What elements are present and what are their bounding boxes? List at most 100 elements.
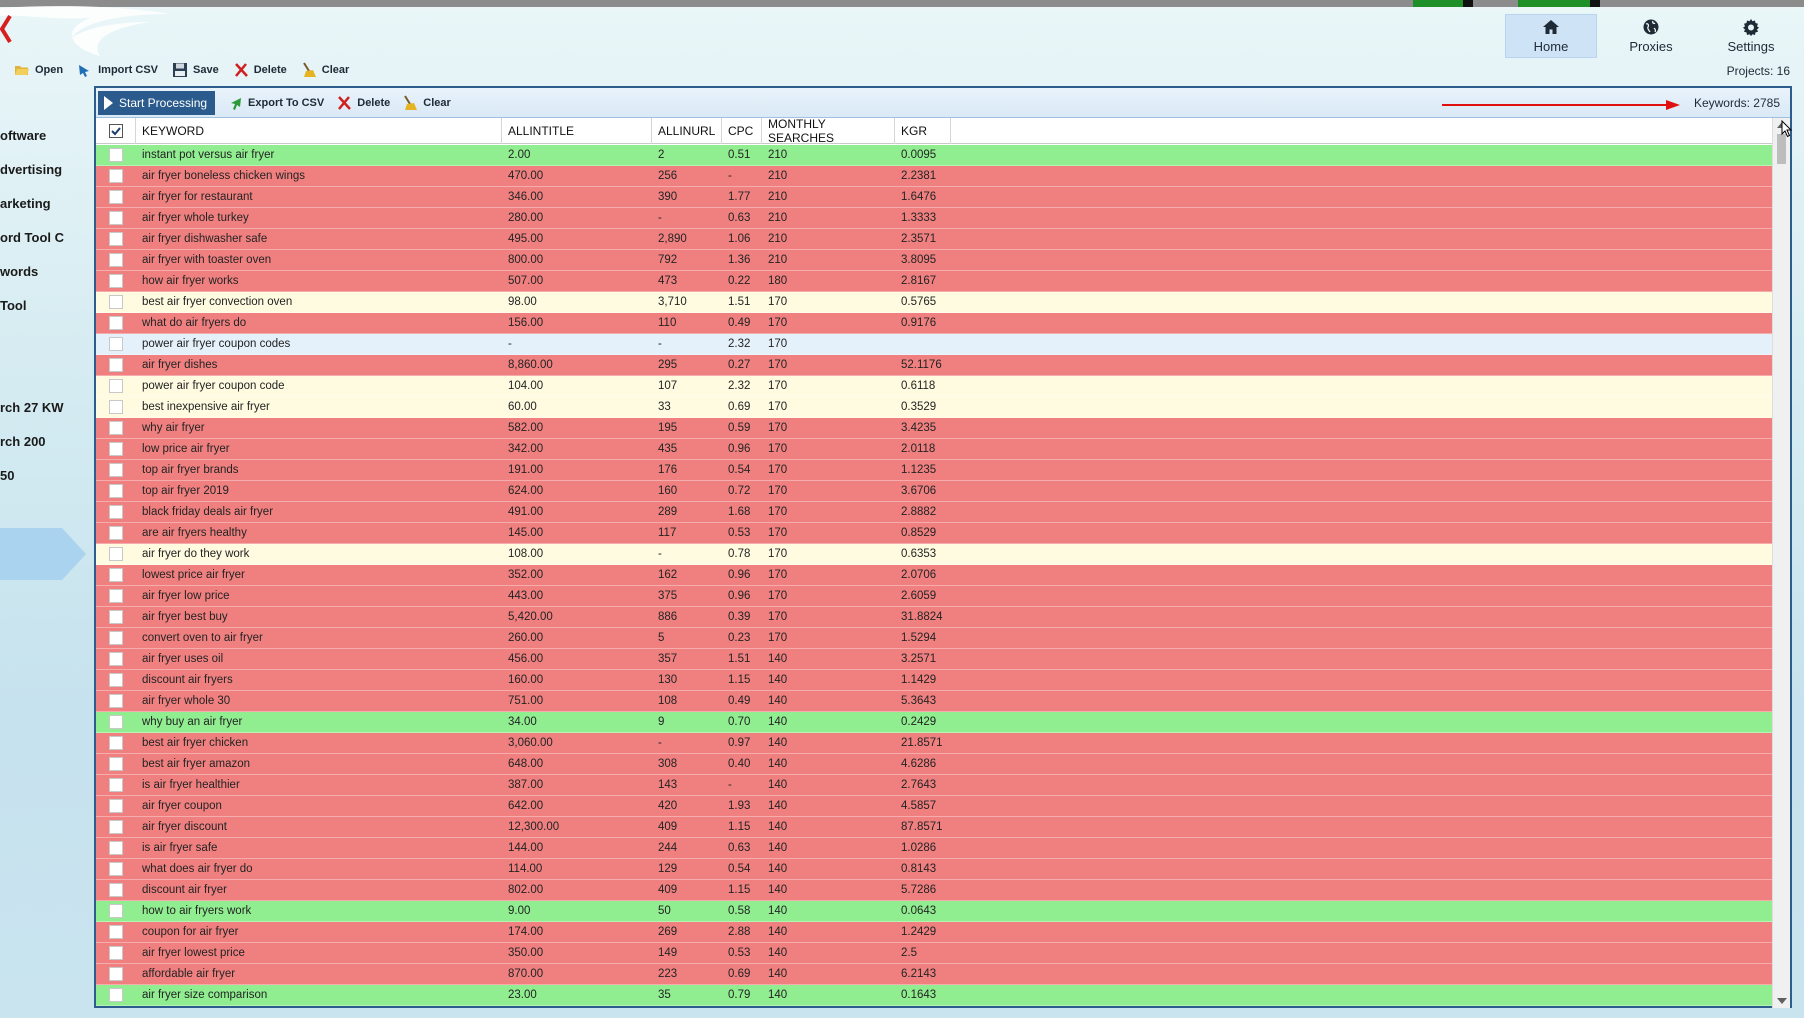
row-checkbox[interactable] bbox=[109, 379, 123, 393]
table-row[interactable]: is air fryer healthier 387.00 143 - 140 2.764… bbox=[96, 775, 1772, 796]
column-header-cpc[interactable]: CPC bbox=[722, 118, 762, 144]
sidebar-item[interactable]: 50 bbox=[0, 468, 64, 483]
export-csv-button[interactable]: Export To CSV bbox=[227, 95, 324, 111]
clear-keywords-button[interactable]: Clear bbox=[402, 94, 451, 111]
table-row[interactable]: top air fryer 2019 624.00 160 0.72 170 3.6706 bbox=[96, 481, 1772, 502]
table-row[interactable]: best inexpensive air fryer 60.00 33 0.69 170… bbox=[96, 397, 1772, 418]
table-row[interactable]: air fryer boneless chicken wings 470.00 25… bbox=[96, 166, 1772, 187]
table-row[interactable]: what does air fryer do 114.00 129 0.54 140 0.… bbox=[96, 859, 1772, 880]
row-checkbox[interactable] bbox=[109, 904, 123, 918]
table-row[interactable]: lowest price air fryer 352.00 162 0.96 170 2.… bbox=[96, 565, 1772, 586]
table-row[interactable]: air fryer whole 30 751.00 108 0.49 140 5.3643 bbox=[96, 691, 1772, 712]
row-checkbox[interactable] bbox=[109, 547, 123, 561]
column-header-kgr[interactable]: KGR bbox=[895, 118, 951, 144]
delete-keywords-button[interactable]: Delete bbox=[336, 95, 390, 111]
column-header-allintitle[interactable]: ALLINTITLE bbox=[502, 118, 652, 144]
row-checkbox[interactable] bbox=[109, 862, 123, 876]
table-row[interactable]: top air fryer brands 191.00 176 0.54 170 1.12… bbox=[96, 460, 1772, 481]
table-row[interactable]: air fryer lowest price 350.00 149 0.53 140 2.… bbox=[96, 943, 1772, 964]
table-row[interactable]: best air fryer amazon 648.00 308 0.40 140 4.6… bbox=[96, 754, 1772, 775]
select-all-checkbox[interactable] bbox=[96, 118, 136, 144]
row-checkbox[interactable] bbox=[109, 799, 123, 813]
table-row[interactable]: power air fryer coupon codes - - 2.32 170 bbox=[96, 334, 1772, 355]
sidebar-item[interactable]: arketing bbox=[0, 196, 64, 211]
row-checkbox[interactable] bbox=[109, 295, 123, 309]
delete-button[interactable]: Delete bbox=[233, 60, 287, 80]
table-row[interactable]: air fryer whole turkey 280.00 - 0.63 210 1.33… bbox=[96, 208, 1772, 229]
row-checkbox[interactable] bbox=[109, 673, 123, 687]
row-checkbox[interactable] bbox=[109, 169, 123, 183]
table-row[interactable]: air fryer discount 12,300.00 409 1.15 140 87.… bbox=[96, 817, 1772, 838]
sidebar-item[interactable]: rch 27 KW bbox=[0, 400, 64, 415]
row-checkbox[interactable] bbox=[109, 253, 123, 267]
table-row[interactable]: discount air fryer 802.00 409 1.15 140 5.7286 bbox=[96, 880, 1772, 901]
table-row[interactable]: air fryer low price 443.00 375 0.96 170 2.605… bbox=[96, 586, 1772, 607]
row-checkbox[interactable] bbox=[109, 463, 123, 477]
table-row[interactable]: what do air fryers do 156.00 110 0.49 170 0.9… bbox=[96, 313, 1772, 334]
row-checkbox[interactable] bbox=[109, 946, 123, 960]
table-row[interactable]: affordable air fryer 870.00 223 0.69 140 6.21… bbox=[96, 964, 1772, 985]
row-checkbox[interactable] bbox=[109, 232, 123, 246]
table-row[interactable]: best air fryer chicken 3,060.00 - 0.97 140 21… bbox=[96, 733, 1772, 754]
row-checkbox[interactable] bbox=[109, 589, 123, 603]
open-button[interactable]: Open bbox=[14, 60, 63, 80]
row-checkbox[interactable] bbox=[109, 358, 123, 372]
settings-button[interactable]: Settings bbox=[1705, 14, 1797, 58]
row-checkbox[interactable] bbox=[109, 925, 123, 939]
table-row[interactable]: convert oven to air fryer 260.00 5 0.23 170 1… bbox=[96, 628, 1772, 649]
scroll-down-icon[interactable] bbox=[1777, 998, 1787, 1004]
table-row[interactable]: how air fryer works 507.00 473 0.22 180 2.816… bbox=[96, 271, 1772, 292]
table-row[interactable]: coupon for air fryer 174.00 269 2.88 140 1.24… bbox=[96, 922, 1772, 943]
sidebar-item[interactable]: rch 200 bbox=[0, 434, 64, 449]
table-row[interactable]: air fryer with toaster oven 800.00 792 1.36… bbox=[96, 250, 1772, 271]
row-checkbox[interactable] bbox=[109, 610, 123, 624]
sidebar-item[interactable]: Tool bbox=[0, 298, 64, 313]
row-checkbox[interactable] bbox=[109, 568, 123, 582]
column-header-monthly-searches[interactable]: MONTHLY SEARCHES bbox=[762, 117, 895, 145]
table-row[interactable]: air fryer for restaurant 346.00 390 1.77 210… bbox=[96, 187, 1772, 208]
start-processing-button[interactable]: Start Processing bbox=[98, 90, 216, 115]
row-checkbox[interactable] bbox=[109, 883, 123, 897]
save-button[interactable]: Save bbox=[172, 60, 219, 80]
table-row[interactable]: is air fryer safe 144.00 244 0.63 140 1.0286 bbox=[96, 838, 1772, 859]
row-checkbox[interactable] bbox=[109, 526, 123, 540]
row-checkbox[interactable] bbox=[109, 841, 123, 855]
row-checkbox[interactable] bbox=[109, 442, 123, 456]
sidebar-item[interactable]: words bbox=[0, 264, 64, 279]
table-row[interactable]: air fryer uses oil 456.00 357 1.51 140 3.2571 bbox=[96, 649, 1772, 670]
table-row[interactable]: air fryer best buy 5,420.00 886 0.39 170 31.8… bbox=[96, 607, 1772, 628]
row-checkbox[interactable] bbox=[109, 715, 123, 729]
table-row[interactable]: air fryer coupon 642.00 420 1.93 140 4.5857 bbox=[96, 796, 1772, 817]
row-checkbox[interactable] bbox=[109, 631, 123, 645]
sidebar-item[interactable]: dvertising bbox=[0, 162, 64, 177]
row-checkbox[interactable] bbox=[109, 337, 123, 351]
column-header-allinurl[interactable]: ALLINURL bbox=[652, 118, 722, 144]
table-row[interactable]: why air fryer 582.00 195 0.59 170 3.4235 bbox=[96, 418, 1772, 439]
row-checkbox[interactable] bbox=[109, 400, 123, 414]
table-row[interactable]: best air fryer convection oven 98.00 3,710… bbox=[96, 292, 1772, 313]
row-checkbox[interactable] bbox=[109, 484, 123, 498]
row-checkbox[interactable] bbox=[109, 757, 123, 771]
sidebar-item[interactable]: oftware bbox=[0, 128, 64, 143]
vertical-scrollbar[interactable] bbox=[1772, 118, 1790, 1008]
row-checkbox[interactable] bbox=[109, 736, 123, 750]
table-row[interactable]: low price air fryer 342.00 435 0.96 170 2.011… bbox=[96, 439, 1772, 460]
row-checkbox[interactable] bbox=[109, 148, 123, 162]
checkbox[interactable] bbox=[108, 124, 123, 138]
table-row[interactable]: power air fryer coupon code 104.00 107 2.32… bbox=[96, 376, 1772, 397]
row-checkbox[interactable] bbox=[109, 211, 123, 225]
table-row[interactable]: air fryer dishes 8,860.00 295 0.27 170 52.117… bbox=[96, 355, 1772, 376]
row-checkbox[interactable] bbox=[109, 421, 123, 435]
column-header-keyword[interactable]: KEYWORD bbox=[136, 118, 502, 144]
row-checkbox[interactable] bbox=[109, 778, 123, 792]
table-row[interactable]: black friday deals air fryer 491.00 289 1.6… bbox=[96, 502, 1772, 523]
table-row[interactable]: air fryer dishwasher safe 495.00 2,890 1.06… bbox=[96, 229, 1772, 250]
table-row[interactable]: how to air fryers work 9.00 50 0.58 140 0.064… bbox=[96, 901, 1772, 922]
scroll-thumb[interactable] bbox=[1777, 134, 1786, 164]
sidebar-item[interactable]: ord Tool C bbox=[0, 230, 64, 245]
row-checkbox[interactable] bbox=[109, 505, 123, 519]
home-button[interactable]: Home bbox=[1505, 14, 1597, 58]
row-checkbox[interactable] bbox=[109, 820, 123, 834]
row-checkbox[interactable] bbox=[109, 316, 123, 330]
import-csv-button[interactable]: Import CSV bbox=[77, 60, 158, 80]
